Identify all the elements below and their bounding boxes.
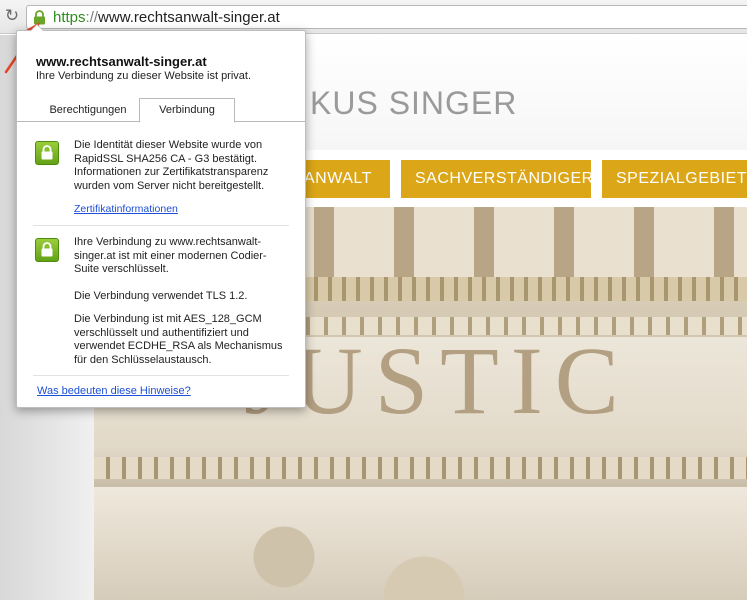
connection-text: Ihre Verbindung zu www.rechtsanwalt-sing… bbox=[74, 236, 267, 275]
tab-verbindung[interactable]: Verbindung bbox=[139, 98, 235, 123]
certificate-link-wrap: Zertifikatinformationen bbox=[74, 203, 289, 217]
site-logo-text: KUS SINGER bbox=[310, 85, 518, 121]
identity-lock-icon bbox=[35, 141, 59, 165]
section-divider bbox=[33, 225, 289, 226]
popup-notch-inner bbox=[31, 25, 43, 31]
hero-molding-lower bbox=[94, 457, 747, 479]
url-separator: :// bbox=[85, 9, 99, 26]
url-field[interactable]: https://www.rechtsanwalt-singer.at bbox=[26, 5, 747, 29]
cipher-text: Die Verbindung ist mit AES_128_GCM versc… bbox=[74, 313, 283, 366]
site-info-popup: www.rechtsanwalt-singer.at Ihre Verbindu… bbox=[16, 30, 306, 408]
tls-text: Die Verbindung verwendet TLS 1.2. bbox=[74, 290, 248, 302]
address-bar: ↻ https://www.rechtsanwalt-singer.at bbox=[0, 0, 747, 34]
url-host: www.rechtsanwalt-singer.at bbox=[98, 9, 280, 26]
certificate-info-link[interactable]: Zertifikatinformationen bbox=[74, 203, 178, 215]
hero-capitals bbox=[94, 487, 747, 600]
popup-domain: www.rechtsanwalt-singer.at bbox=[36, 54, 207, 69]
connection-lock-icon bbox=[35, 238, 59, 262]
help-link[interactable]: Was bedeuten diese Hinweise? bbox=[37, 385, 191, 397]
url-text[interactable]: https://www.rechtsanwalt-singer.at bbox=[53, 9, 280, 26]
popup-tabs: Berechtigungen Verbindung bbox=[17, 96, 305, 123]
section-divider-bottom bbox=[33, 375, 289, 376]
tab-berechtigungen[interactable]: Berechtigungen bbox=[36, 98, 140, 123]
nav-item-spezialgebiete[interactable]: SPEZIALGEBIETE bbox=[602, 160, 747, 198]
nav-item-sachverstaendiger[interactable]: SACHVERSTÄNDIGER bbox=[401, 160, 593, 198]
popup-privacy-text: Ihre Verbindung zu dieser Website ist pr… bbox=[36, 70, 252, 82]
identity-text: Die Identität dieser Website wurde von R… bbox=[74, 139, 269, 192]
